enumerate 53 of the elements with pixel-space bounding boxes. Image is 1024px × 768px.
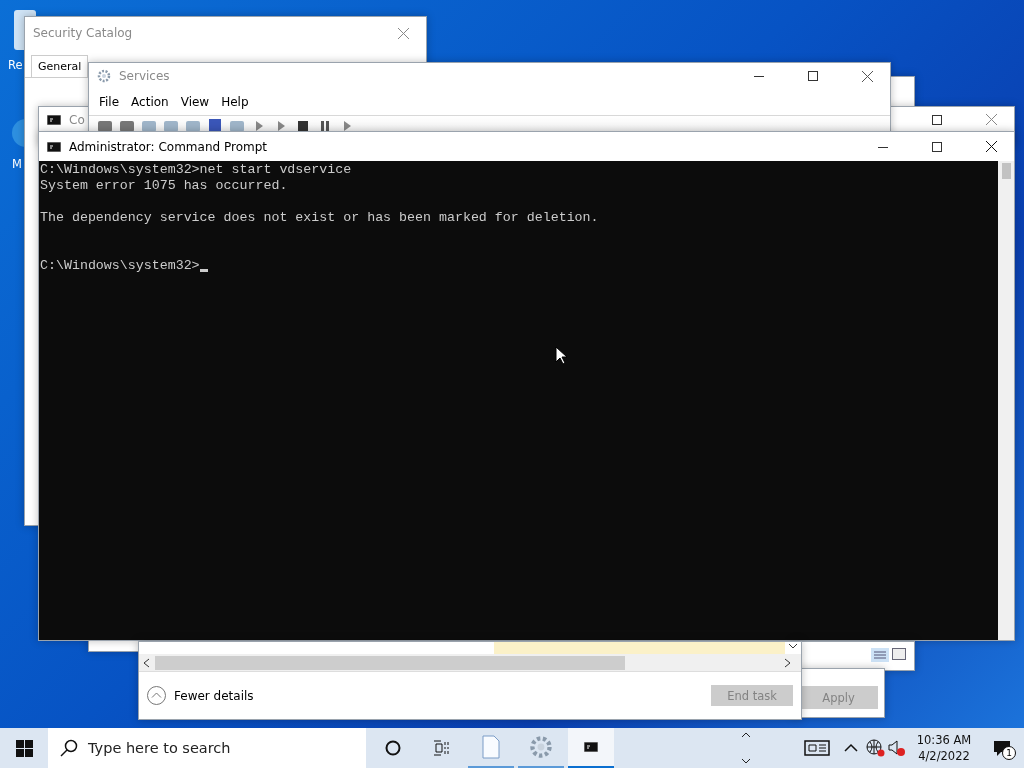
toolbar-icon[interactable] — [97, 118, 113, 132]
tiles-view-icon[interactable] — [892, 648, 906, 660]
windows-logo-icon[interactable] — [15, 739, 33, 757]
window-title: Security Catalog — [33, 26, 133, 40]
tab[interactable]: General — [31, 55, 89, 77]
search-field[interactable]: Type here to search — [48, 728, 366, 768]
chevron-up-icon[interactable] — [844, 743, 858, 753]
console-line: C:\Windows\system32>net start vdservice — [40, 162, 352, 178]
scroll-arrows-icon[interactable] — [740, 730, 752, 766]
console-icon — [47, 114, 61, 125]
desktop-icon-label: M — [12, 157, 22, 171]
console-icon — [47, 141, 61, 152]
window-title: Administrator: Command Prompt — [69, 139, 267, 154]
close-icon[interactable] — [985, 141, 997, 152]
desktop-icon-label: Re — [8, 58, 23, 72]
fewer-details-link[interactable]: Fewer details — [174, 688, 703, 703]
menu-item[interactable]: Help — [217, 95, 253, 109]
stop-icon[interactable] — [295, 118, 311, 132]
date: 4/2/2022 — [918, 748, 970, 764]
speaker-muted-icon[interactable] — [888, 739, 906, 757]
console-icon — [584, 742, 598, 752]
close-icon[interactable] — [861, 70, 873, 82]
news-icon[interactable] — [804, 740, 830, 756]
circle-icon[interactable] — [385, 740, 401, 756]
scrollbar[interactable] — [998, 161, 1014, 640]
search-icon — [60, 739, 78, 757]
cursor-icon — [555, 346, 567, 365]
task-view-icon[interactable] — [432, 740, 450, 756]
clock[interactable]: 10:36 AM 4/2/2022 — [908, 732, 980, 764]
taskbar-app[interactable] — [568, 728, 614, 768]
horizontal-scrollbar[interactable] — [139, 654, 801, 672]
toolbar-icon[interactable] — [185, 118, 201, 132]
gear-icon — [97, 69, 111, 83]
time: 10:36 AM — [916, 732, 972, 748]
maximize-icon[interactable] — [932, 141, 942, 152]
window-title: Services — [119, 69, 170, 83]
maximize-icon[interactable] — [808, 71, 818, 81]
menu-item[interactable]: File — [95, 95, 124, 109]
toolbar-icon[interactable] — [141, 118, 157, 132]
gear-icon — [529, 735, 553, 759]
console-line: The dependency service does not exist or has been marked for deletion. — [40, 210, 599, 226]
window-title: Co — [69, 112, 85, 127]
toolbar-icon[interactable] — [229, 118, 245, 132]
globe-icon[interactable] — [866, 739, 886, 757]
console-line: C:\Windows\system32> — [40, 258, 200, 274]
document-icon — [482, 735, 500, 759]
console-line: System error 1075 has occurred. — [40, 178, 288, 194]
menu-item[interactable]: View — [176, 95, 214, 109]
toolbar-icon[interactable] — [119, 118, 135, 132]
collapse-icon[interactable] — [147, 686, 166, 705]
maximize-icon[interactable] — [932, 114, 942, 125]
toolbar-icon[interactable] — [163, 118, 179, 132]
menu-item[interactable]: Action — [127, 95, 173, 109]
